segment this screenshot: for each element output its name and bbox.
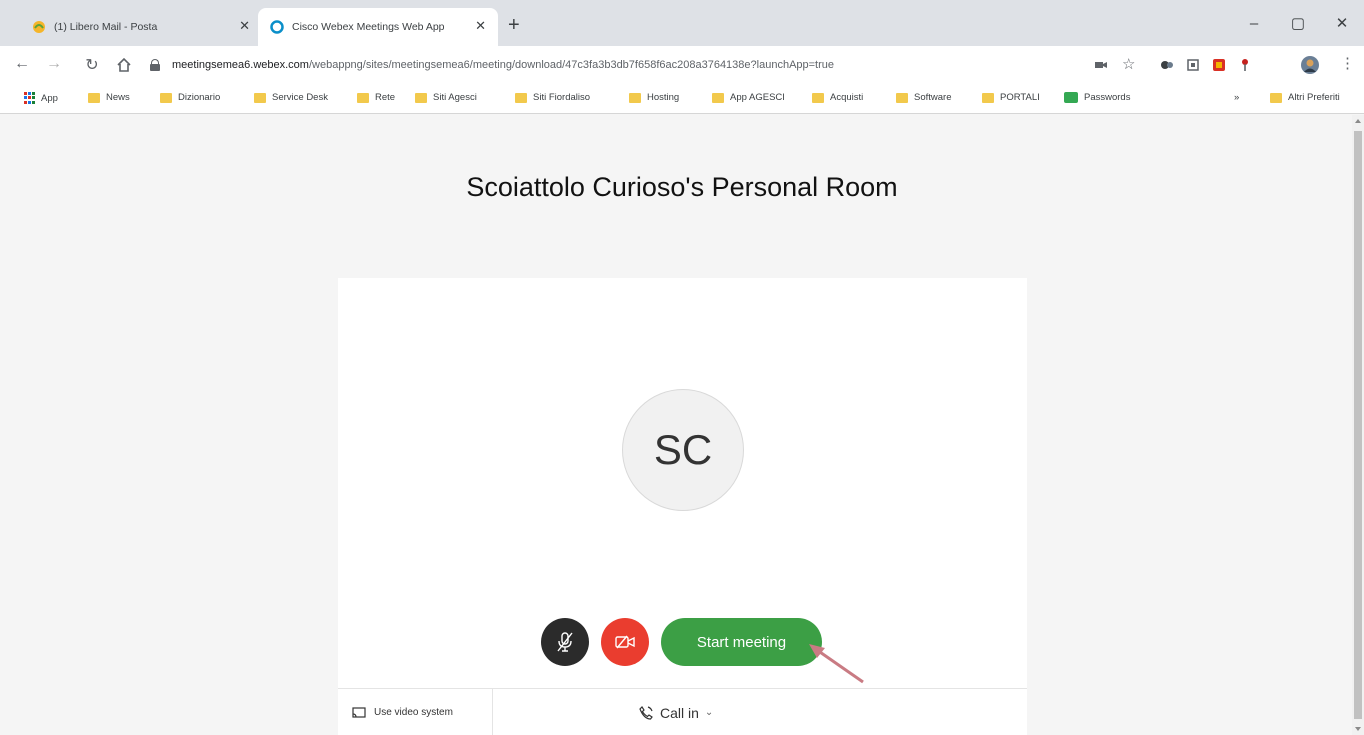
bookmark-label: Siti Fiordaliso xyxy=(533,92,591,103)
tab-close-icon[interactable]: ✕ xyxy=(239,18,250,34)
tab-libero-mail[interactable]: (1) Libero Mail - Posta ✕ xyxy=(22,8,262,46)
folder-icon xyxy=(629,92,641,103)
tab-close-icon[interactable]: ✕ xyxy=(475,18,486,34)
folder-icon xyxy=(982,92,994,103)
bookmark-label: PORTALI xyxy=(1000,92,1040,103)
folder-icon xyxy=(415,92,427,103)
video-off-button[interactable] xyxy=(601,618,649,666)
reload-icon[interactable]: ↻ xyxy=(82,55,102,75)
call-in-label: Call in xyxy=(660,704,699,721)
folder-icon xyxy=(896,92,908,103)
bookmark-label: Service Desk xyxy=(272,92,328,103)
maximize-button[interactable]: ▢ xyxy=(1276,0,1320,46)
url-domain: meetingsemea6.webex.com xyxy=(172,59,309,71)
back-arrow-icon[interactable]: ← xyxy=(12,55,32,73)
video-off-icon xyxy=(615,635,635,649)
bookmark-software[interactable]: Software xyxy=(896,92,952,103)
passwords-icon xyxy=(1064,92,1078,103)
bookmark-dizionario[interactable]: Dizionario xyxy=(160,92,220,103)
folder-icon xyxy=(254,92,266,103)
bookmarks-bar: App News Dizionario Service Desk Rete Si… xyxy=(0,84,1364,114)
extension-icon[interactable] xyxy=(1160,58,1174,72)
bookmark-portali[interactable]: PORTALI xyxy=(982,92,1040,103)
browser-toolbar: ← → ↻ meetingsemea6.webex.com /webappng/… xyxy=(0,46,1364,84)
folder-icon xyxy=(1270,92,1282,103)
start-meeting-button[interactable]: Start meeting xyxy=(661,618,822,666)
tab-title: (1) Libero Mail - Posta xyxy=(54,21,158,33)
bookmark-altri-preferiti[interactable]: Altri Preferiti xyxy=(1270,92,1340,103)
lock-icon xyxy=(150,59,160,71)
tab-title: Cisco Webex Meetings Web App xyxy=(292,21,445,33)
chevron-down-icon: ⌄ xyxy=(704,707,714,718)
star-bookmark-icon[interactable]: ☆ xyxy=(1122,55,1136,73)
pointer-arrow-icon xyxy=(809,644,864,684)
folder-icon xyxy=(515,92,527,103)
close-window-button[interactable]: ✕ xyxy=(1320,0,1364,46)
bookmark-service-desk[interactable]: Service Desk xyxy=(254,92,328,103)
scroll-up-icon[interactable] xyxy=(1355,119,1361,123)
minimize-button[interactable]: – xyxy=(1232,0,1276,46)
pin-icon[interactable] xyxy=(1238,58,1252,72)
scroll-down-icon[interactable] xyxy=(1355,727,1361,731)
extension-icon[interactable] xyxy=(1212,58,1226,72)
bookmark-acquisti[interactable]: Acquisti xyxy=(812,92,863,103)
use-video-system-button[interactable]: Use video system xyxy=(338,689,493,735)
bookmark-label: Dizionario xyxy=(178,92,221,103)
bookmark-label: News xyxy=(106,92,130,103)
bookmark-apps[interactable]: App xyxy=(24,92,58,104)
bookmark-siti-agesci[interactable]: Siti Agesci xyxy=(415,92,477,103)
webex-favicon-icon xyxy=(270,20,284,34)
phone-icon xyxy=(639,705,653,720)
bookmark-label: Software xyxy=(914,92,952,103)
home-icon[interactable] xyxy=(116,58,132,72)
bookmark-label: Passwords xyxy=(1084,92,1131,103)
mute-button[interactable] xyxy=(541,618,589,666)
bookmark-hosting[interactable]: Hosting xyxy=(629,92,679,103)
folder-icon xyxy=(160,92,172,103)
card-footer: Use video system Call in ⌄ xyxy=(338,688,1027,735)
profile-avatar-icon[interactable] xyxy=(1300,55,1320,75)
bookmark-app-agesci[interactable]: App AGESCI xyxy=(712,92,785,103)
bookmark-label: Rete xyxy=(375,92,396,103)
url-path: /webappng/sites/meetingsemea6/meeting/do… xyxy=(308,59,835,71)
cast-screen-icon xyxy=(352,706,366,718)
call-in-dropdown[interactable]: Call in ⌄ xyxy=(638,689,713,735)
new-tab-button[interactable]: + xyxy=(508,15,520,35)
meeting-card: SC Start meeting Use video system Call i… xyxy=(338,278,1027,735)
libero-favicon-icon xyxy=(33,21,45,33)
use-video-system-label: Use video system xyxy=(374,707,453,718)
bookmark-news[interactable]: News xyxy=(88,92,130,103)
tab-strip: (1) Libero Mail - Posta ✕ Cisco Webex Me… xyxy=(0,0,1364,46)
apps-grid-icon xyxy=(24,92,36,104)
window-controls: – ▢ ✕ xyxy=(1232,0,1364,46)
microphone-muted-icon xyxy=(557,632,573,652)
bookmark-label: App xyxy=(41,92,58,104)
browser-menu-icon[interactable]: ⋮ xyxy=(1340,54,1355,72)
folder-icon xyxy=(812,92,824,103)
bookmark-label: Altri Preferiti xyxy=(1288,92,1340,103)
bookmark-label: App AGESCI xyxy=(730,92,785,103)
address-bar[interactable]: meetingsemea6.webex.com /webappng/sites/… xyxy=(150,52,1050,78)
folder-icon xyxy=(712,92,724,103)
room-title: Scoiattolo Curioso's Personal Room xyxy=(466,172,898,202)
bookmark-passwords[interactable]: Passwords xyxy=(1064,92,1130,103)
avatar: SC xyxy=(622,389,744,511)
folder-icon xyxy=(357,92,369,103)
camera-icon[interactable] xyxy=(1094,58,1108,72)
bookmark-siti-fiordaliso[interactable]: Siti Fiordaliso xyxy=(515,92,590,103)
bookmark-label: Hosting xyxy=(647,92,680,103)
bookmark-label: Siti Agesci xyxy=(433,92,477,103)
scrollbar-thumb[interactable] xyxy=(1354,131,1362,719)
bookmarks-overflow-button[interactable]: » xyxy=(1234,92,1239,103)
tab-webex[interactable]: Cisco Webex Meetings Web App ✕ xyxy=(258,8,498,46)
page-scrollbar[interactable] xyxy=(1352,115,1364,735)
bookmark-rete[interactable]: Rete xyxy=(357,92,395,103)
forward-arrow-icon[interactable]: → xyxy=(44,55,64,73)
folder-icon xyxy=(88,92,100,103)
extension-icon[interactable] xyxy=(1186,58,1200,72)
bookmark-label: Acquisti xyxy=(830,92,864,103)
